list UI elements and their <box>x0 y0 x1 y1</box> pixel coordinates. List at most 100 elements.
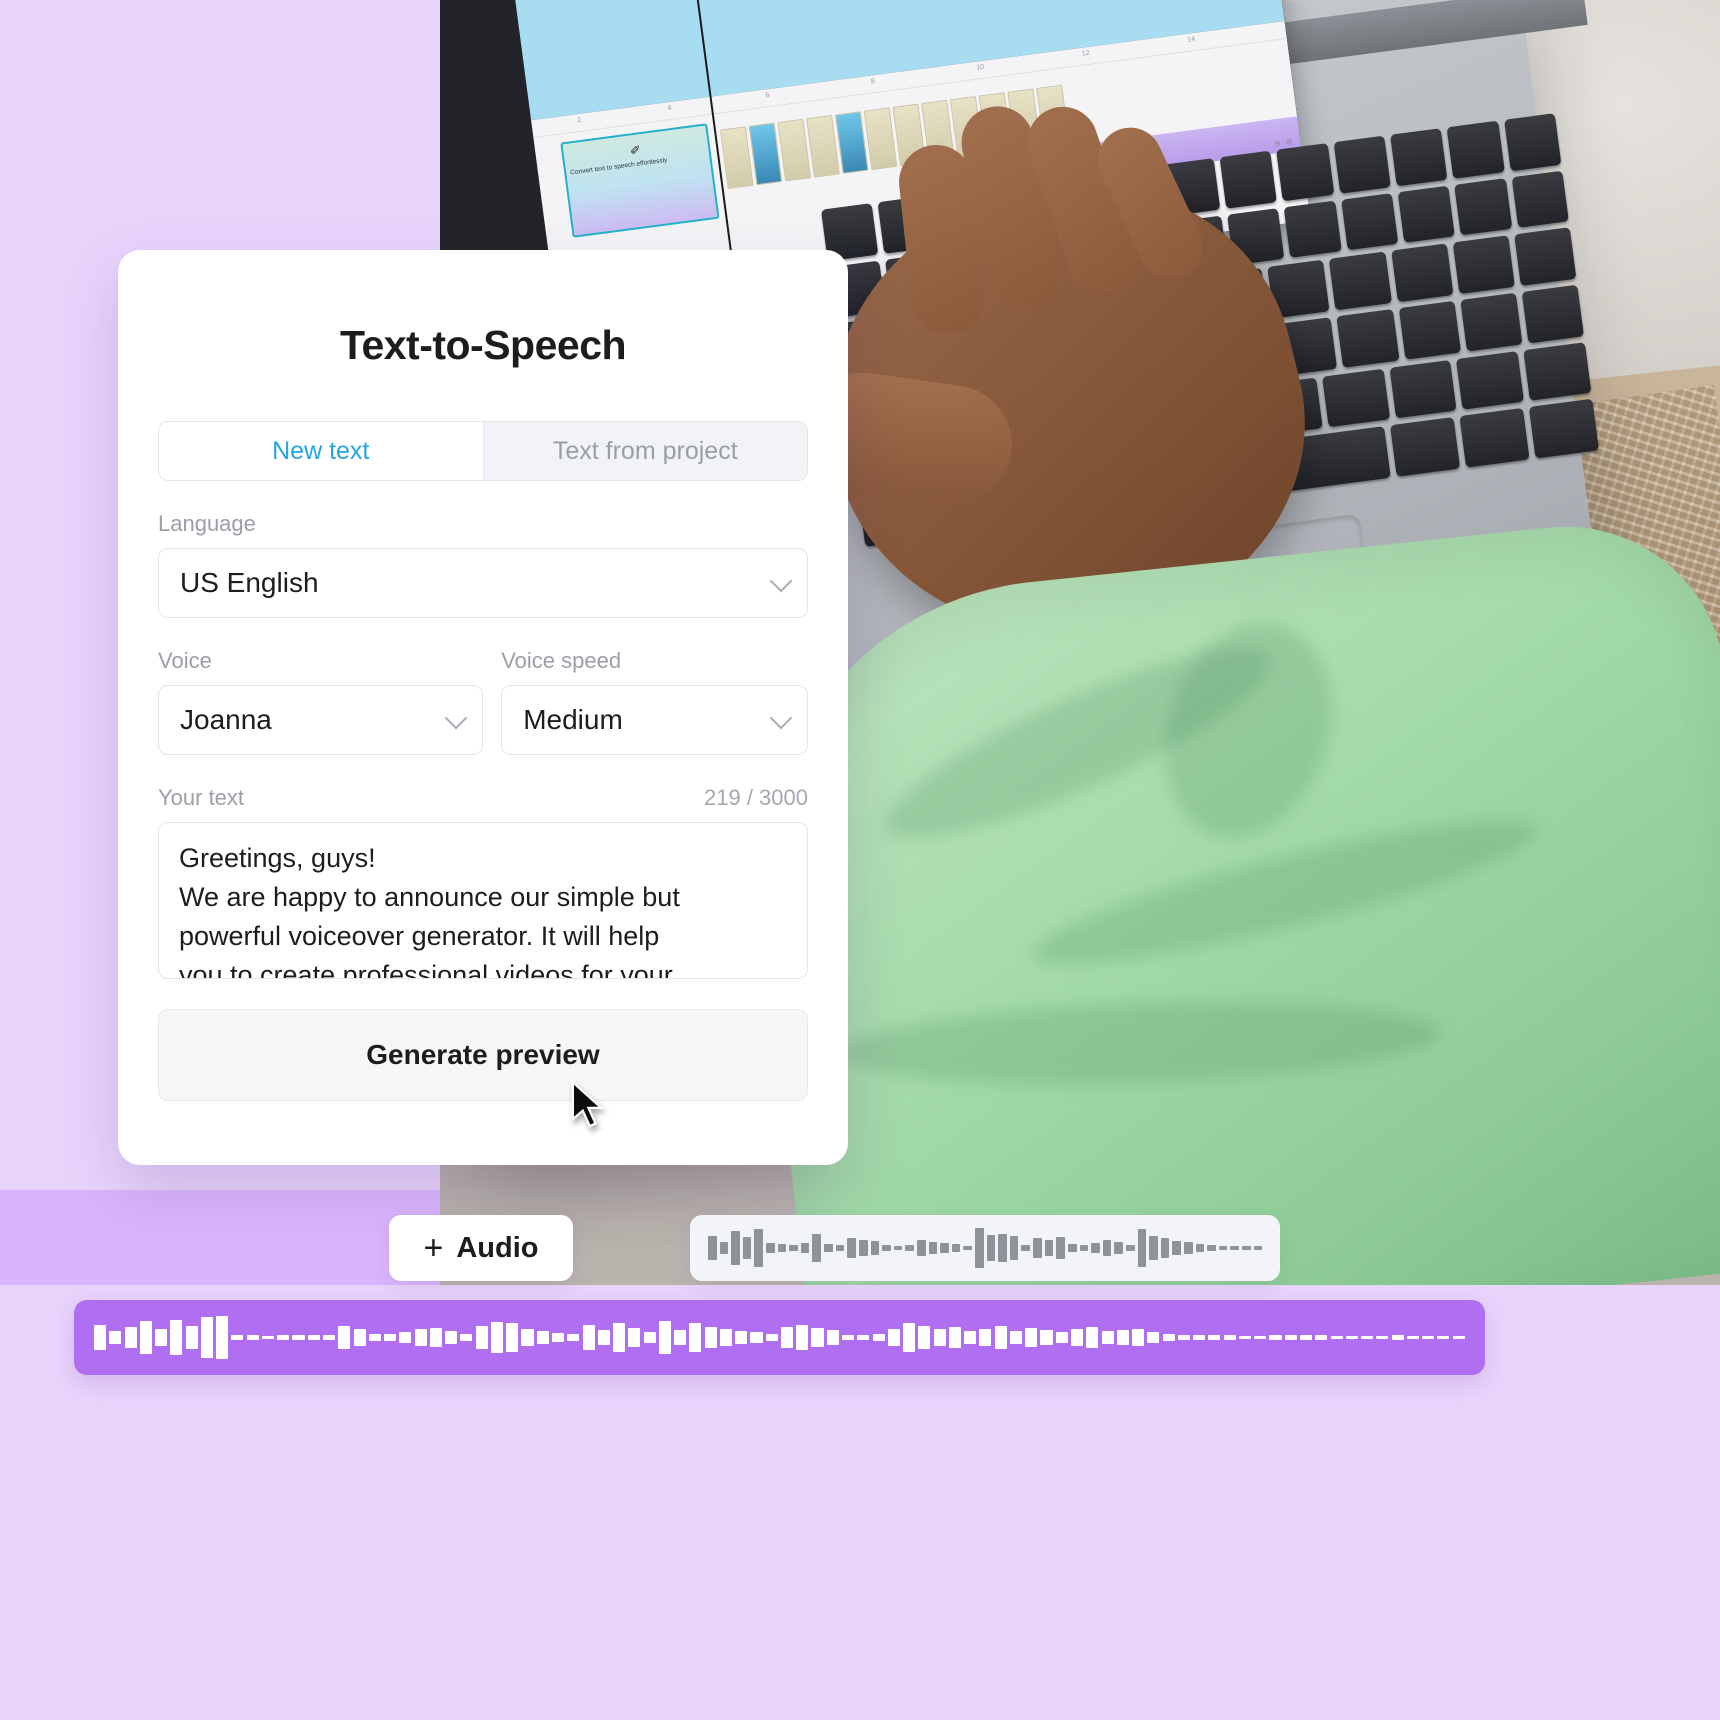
waveform-bar <box>948 1327 961 1348</box>
waveform-bar <box>338 1326 351 1349</box>
waveform-bar <box>414 1329 427 1346</box>
waveform-bar <box>979 1328 992 1347</box>
language-label: Language <box>158 511 256 536</box>
text-to-speech-card: Text-to-Speech New text Text from projec… <box>118 250 848 1165</box>
audio-waveform-track[interactable] <box>74 1300 1485 1375</box>
waveform-bar <box>1391 1335 1404 1340</box>
waveform-bar <box>872 1334 885 1341</box>
poster-canvas: ⬡ Media ♫ Audio ▭ Captions ⑂ Enhancers 0… <box>0 0 1720 1720</box>
waveform-bar <box>1147 1332 1160 1343</box>
waveform-bar <box>1218 1245 1228 1251</box>
waveform-bar <box>811 1327 824 1348</box>
waveform-bar <box>292 1334 305 1341</box>
waveform-bar <box>674 1330 687 1345</box>
waveform-bar <box>628 1327 641 1348</box>
your-text-header: Your text 219 / 3000 <box>158 785 808 811</box>
waveform-bar <box>905 1244 914 1252</box>
tab-new-text[interactable]: New text <box>159 422 483 480</box>
ruler-tick: 6 <box>765 91 770 99</box>
waveform-bar <box>1242 1246 1251 1250</box>
waveform-bar <box>185 1325 198 1350</box>
waveform-bar <box>551 1333 565 1342</box>
tab-text-from-project[interactable]: Text from project <box>482 422 807 480</box>
waveform-bar <box>1079 1245 1089 1251</box>
waveform-bar <box>1132 1328 1145 1347</box>
waveform-bar <box>322 1335 336 1340</box>
waveform-bar <box>1406 1335 1419 1340</box>
waveform-bar <box>916 1239 926 1257</box>
waveform-bar <box>613 1322 626 1353</box>
waveform-bar <box>109 1330 122 1345</box>
waveform-bar <box>789 1245 798 1251</box>
your-text-input[interactable]: Greetings, guys! We are happy to announc… <box>158 822 808 979</box>
waveform-bar <box>826 1330 839 1345</box>
waveform-bar <box>1009 1236 1019 1260</box>
waveform-bar <box>796 1324 809 1351</box>
waveform-bar <box>882 1245 891 1251</box>
waveform-bar <box>536 1330 549 1345</box>
generate-preview-button[interactable]: Generate preview <box>158 1009 808 1101</box>
waveform-bar <box>1361 1336 1374 1339</box>
waveform-bar <box>1102 1239 1112 1257</box>
waveform-bar <box>1116 1330 1129 1345</box>
voice-label: Voice <box>158 648 212 673</box>
waveform-bar <box>780 1327 794 1348</box>
waveform-bar <box>261 1335 274 1340</box>
audio-waveform-preview[interactable] <box>690 1215 1280 1281</box>
background-band-mid <box>0 1190 440 1285</box>
waveform-bar <box>1422 1336 1435 1339</box>
waveform-bar <box>1253 1246 1263 1250</box>
waveform-bar <box>1021 1244 1031 1252</box>
language-select[interactable]: US English <box>158 548 808 618</box>
text-line: powerful voiceover generator. It will he… <box>179 921 660 952</box>
waveform-bar <box>1056 1237 1065 1259</box>
waveform-bar <box>1149 1236 1158 1260</box>
waveform-bar <box>1055 1331 1068 1344</box>
pencil-icon[interactable]: ✏ <box>626 139 646 159</box>
waveform-bar <box>708 1235 717 1261</box>
waveform-bar <box>1114 1242 1123 1254</box>
ruler-tick: 12 <box>1081 49 1091 58</box>
waveform-bar <box>216 1315 229 1360</box>
waveform-bar <box>277 1335 290 1340</box>
waveform-bar <box>1086 1327 1099 1348</box>
waveform-bar <box>765 1333 778 1342</box>
waveform-bar <box>858 1239 868 1257</box>
waveform-bar <box>719 1241 729 1255</box>
voice-select[interactable]: Joanna <box>158 685 484 755</box>
text-source-tabs: New text Text from project <box>158 421 808 481</box>
chevron-down-icon <box>769 706 793 730</box>
waveform-bar <box>246 1335 259 1340</box>
waveform-bar <box>1330 1335 1343 1340</box>
waveform-bar <box>847 1238 856 1258</box>
waveform-bar <box>1284 1334 1297 1341</box>
waveform-bar <box>719 1329 732 1346</box>
waveform-bar <box>1071 1329 1084 1346</box>
waveform-bar <box>824 1244 833 1252</box>
waveform-bar <box>368 1333 381 1342</box>
waveform-bar <box>903 1322 916 1353</box>
add-audio-button[interactable]: + Audio <box>389 1215 573 1281</box>
waveform-bar <box>963 1245 973 1251</box>
waveform-bar <box>994 1326 1007 1349</box>
waveform-bar <box>521 1329 534 1346</box>
waveform-bar <box>689 1323 702 1352</box>
chevron-down-icon <box>769 569 793 593</box>
voice-speed-select[interactable]: Medium <box>501 685 808 755</box>
waveform-bar <box>307 1334 320 1341</box>
waveform-bar <box>231 1334 244 1341</box>
waveform-bar <box>353 1329 366 1346</box>
waveform-bar <box>399 1332 412 1343</box>
waveform-bar <box>998 1233 1007 1263</box>
timeline-tts-clip[interactable]: ✏ Convert text to speech effortlessly <box>560 122 720 238</box>
waveform-bar <box>475 1326 488 1349</box>
waveform-bar <box>842 1334 855 1341</box>
waveform-bar <box>835 1245 845 1251</box>
waveform-bar <box>870 1240 880 1256</box>
waveform-bar <box>1315 1335 1328 1340</box>
waveform-bar <box>777 1244 787 1252</box>
waveform-bar <box>124 1327 137 1348</box>
waveform-bar <box>975 1228 984 1268</box>
waveform-bar <box>1040 1330 1053 1345</box>
waveform-bar <box>200 1317 213 1358</box>
